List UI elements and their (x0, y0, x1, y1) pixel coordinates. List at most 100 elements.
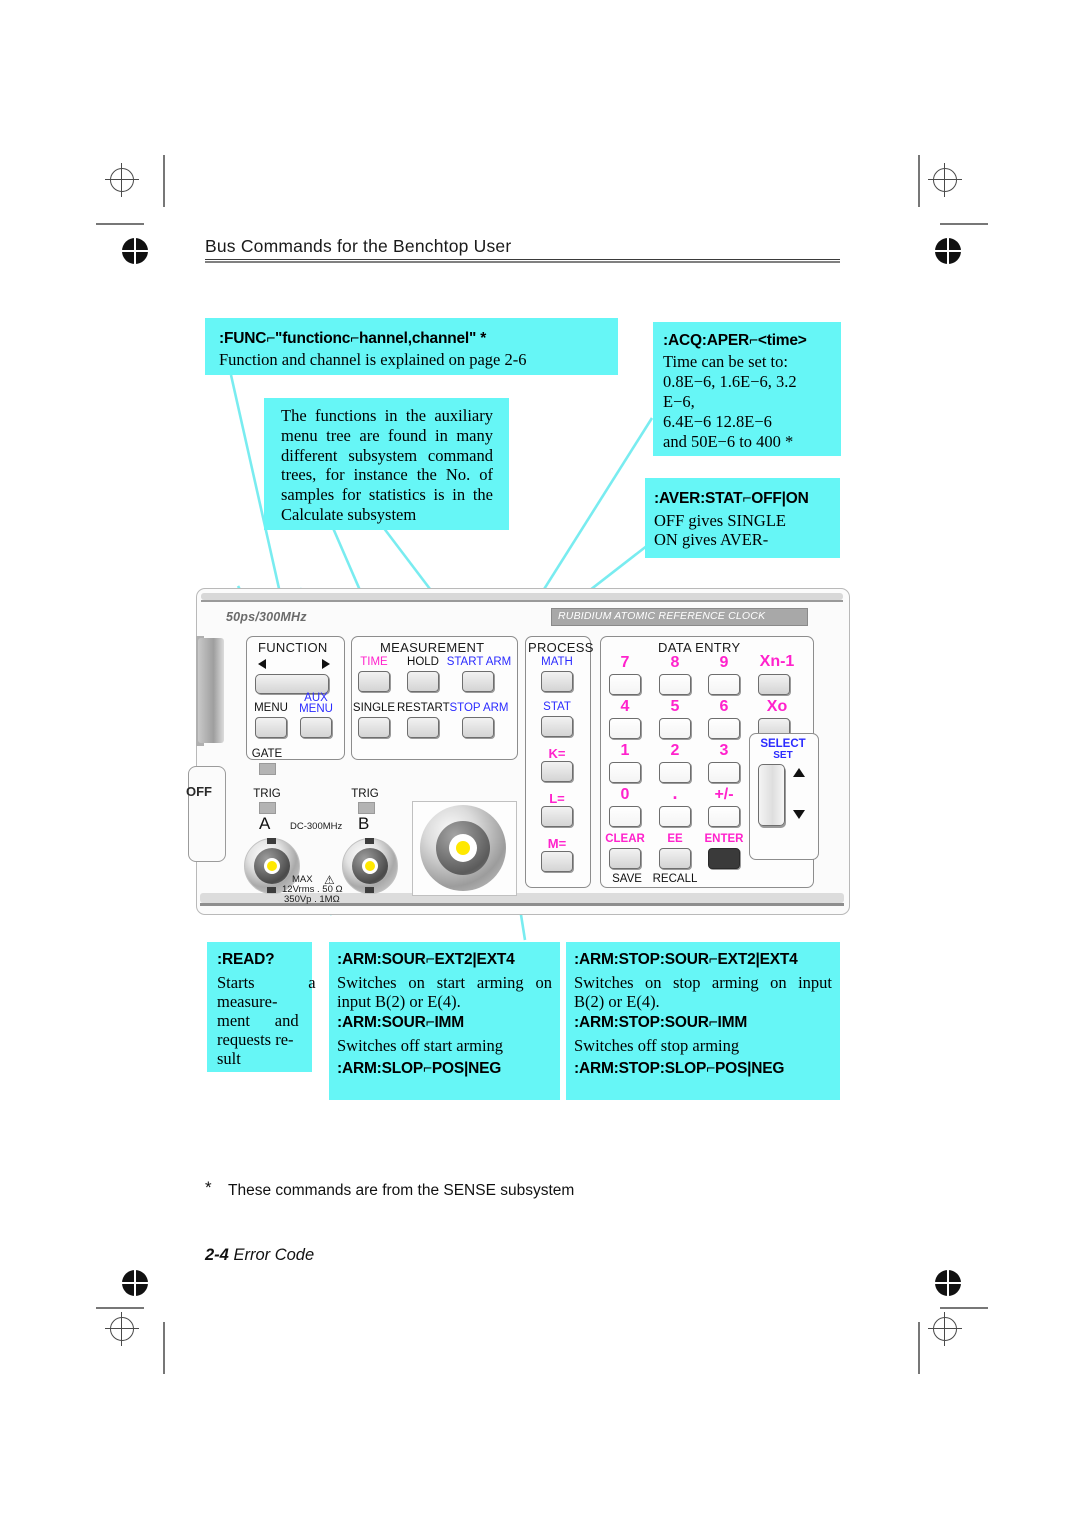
m-button[interactable] (541, 851, 573, 872)
slider-up-arrow-icon[interactable] (793, 768, 805, 777)
registration-mark-top-left (105, 163, 139, 197)
callout-arm-start-command3: :ARM:SLOP⌐POS|NEG (337, 1060, 502, 1077)
callout-read-line2: measure- (217, 992, 278, 1011)
select-label: SELECT (760, 738, 806, 750)
callout-aux-body: The functions in the auxiliary menu tree… (281, 406, 493, 524)
function-left-arrow-icon (258, 659, 266, 669)
registration-mark-bottom-left (105, 1312, 139, 1346)
start-arm-button-label: START ARM (446, 656, 512, 668)
footnote-text: These commands are from the SENSE subsys… (228, 1182, 575, 1199)
callout-arm-stop-text1b: B(2) or E(4). (574, 992, 660, 1011)
trig-a-label: TRIG (253, 788, 281, 800)
instrument-top-trim-shadow (201, 600, 843, 602)
trig-b-label: TRIG (351, 788, 379, 800)
key-xn1-label: Xn-1 (759, 653, 795, 670)
aux-menu-button[interactable] (300, 717, 332, 738)
stat-button[interactable] (541, 716, 573, 737)
header-rule (205, 261, 840, 263)
key-1-label: 1 (620, 742, 630, 759)
ee-button[interactable] (659, 848, 691, 869)
callout-aver-line1: OFF gives SINGLE (654, 511, 787, 530)
math-button-label: MATH (541, 656, 573, 668)
key-7[interactable] (609, 674, 641, 695)
clear-button[interactable] (609, 848, 641, 869)
callout-arm-start-command1: :ARM:SOUR⌐EXT2|EXT4 (337, 951, 515, 968)
input-connector-b[interactable] (342, 838, 398, 894)
callout-acq-command: :ACQ:APER⌐<time> (663, 332, 807, 349)
set-label: SET (773, 750, 793, 761)
function-rocker-button[interactable] (255, 674, 329, 694)
callout-aver-stat: :AVER:STAT⌐OFF|ON OFF gives SINGLE ON gi… (645, 478, 840, 558)
l-button-label: L= (549, 791, 565, 806)
hold-button[interactable] (407, 671, 439, 692)
enter-button-label: ENTER (704, 833, 744, 845)
key-sign-label: +/- (714, 786, 734, 803)
callout-acq-line3: E−6, (663, 392, 695, 411)
callout-aver-command: :AVER:STAT⌐OFF|ON (654, 490, 809, 507)
gate-led (259, 763, 276, 775)
key-decimal[interactable] (659, 806, 691, 827)
aux-menu-button-label-bottom: MENU (299, 703, 333, 715)
trim-line-bottom-left-vertical (163, 1322, 165, 1374)
callout-read-line4: requests re- (217, 1030, 294, 1049)
power-off-label: OFF (186, 784, 212, 799)
key-0[interactable] (609, 806, 641, 827)
start-arm-button[interactable] (462, 671, 494, 692)
key-xo-label: Xo (766, 698, 788, 715)
stop-arm-button[interactable] (462, 717, 494, 738)
slider-down-arrow-icon[interactable] (793, 810, 805, 819)
key-xn1[interactable] (758, 674, 790, 695)
instrument-top-trim (201, 593, 843, 600)
key-6-label: 6 (719, 698, 729, 715)
time-button[interactable] (358, 671, 390, 692)
key-9[interactable] (708, 674, 740, 695)
callout-arm-stop: :ARM:STOP:SOUR⌐EXT2|EXT4 Switches on sto… (566, 942, 840, 1100)
trig-a-led (259, 802, 276, 814)
callout-acq-line5: and 50E−6 to 400 * (663, 432, 794, 451)
trim-line-bottom-right-horizontal (940, 1307, 988, 1309)
key-1[interactable] (609, 762, 641, 783)
callout-arm-start-text1a: Switches on start arming on (337, 973, 552, 992)
power-switch-housing[interactable] (188, 766, 226, 862)
menu-button[interactable] (255, 717, 287, 738)
callout-arm-start-text2: Switches off start arming (337, 1036, 504, 1055)
callout-read-line5: sult (217, 1049, 241, 1068)
select-set-slider[interactable] (758, 764, 785, 826)
single-button[interactable] (358, 717, 390, 738)
l-button[interactable] (541, 806, 573, 827)
key-decimal-label: . (672, 783, 678, 803)
key-sign[interactable] (708, 806, 740, 827)
process-group-title: PROCESS (528, 640, 594, 655)
key-7-label: 7 (620, 654, 630, 671)
key-4[interactable] (609, 718, 641, 739)
callout-arm-stop-text2: Switches off stop arming (574, 1036, 740, 1055)
stop-arm-button-label: STOP ARM (449, 702, 509, 714)
function-right-arrow-icon (322, 659, 330, 669)
key-5-label: 5 (670, 698, 680, 715)
key-9-label: 9 (719, 654, 729, 671)
math-button[interactable] (541, 671, 573, 692)
enter-button[interactable] (708, 848, 740, 869)
callout-acq-line1: Time can be set to: (663, 352, 788, 371)
key-2-label: 2 (670, 742, 680, 759)
channel-b-label: B (358, 814, 370, 833)
trim-line-top-right-vertical (918, 155, 920, 207)
restart-button[interactable] (407, 717, 439, 738)
menu-button-label: MENU (254, 702, 288, 714)
callout-read: :READ? Starts a measure- ment and reques… (207, 942, 316, 1072)
page-header-title: Bus Commands for the Benchtop User (205, 236, 512, 256)
key-6[interactable] (708, 718, 740, 739)
hold-button-label: HOLD (407, 656, 439, 668)
key-3[interactable] (708, 762, 740, 783)
key-5[interactable] (659, 718, 691, 739)
aux-input-connector[interactable] (420, 805, 506, 891)
footnote-asterisk: * (205, 1178, 212, 1197)
callout-acq-line4: 6.4E−6 12.8E−6 (663, 412, 772, 431)
k-button[interactable] (541, 761, 573, 782)
left-handle (198, 638, 224, 743)
key-2[interactable] (659, 762, 691, 783)
k-button-label: K= (548, 746, 566, 761)
color-dot-top-left (122, 238, 148, 264)
key-8[interactable] (659, 674, 691, 695)
recall-secondary-label: RECALL (652, 873, 698, 885)
